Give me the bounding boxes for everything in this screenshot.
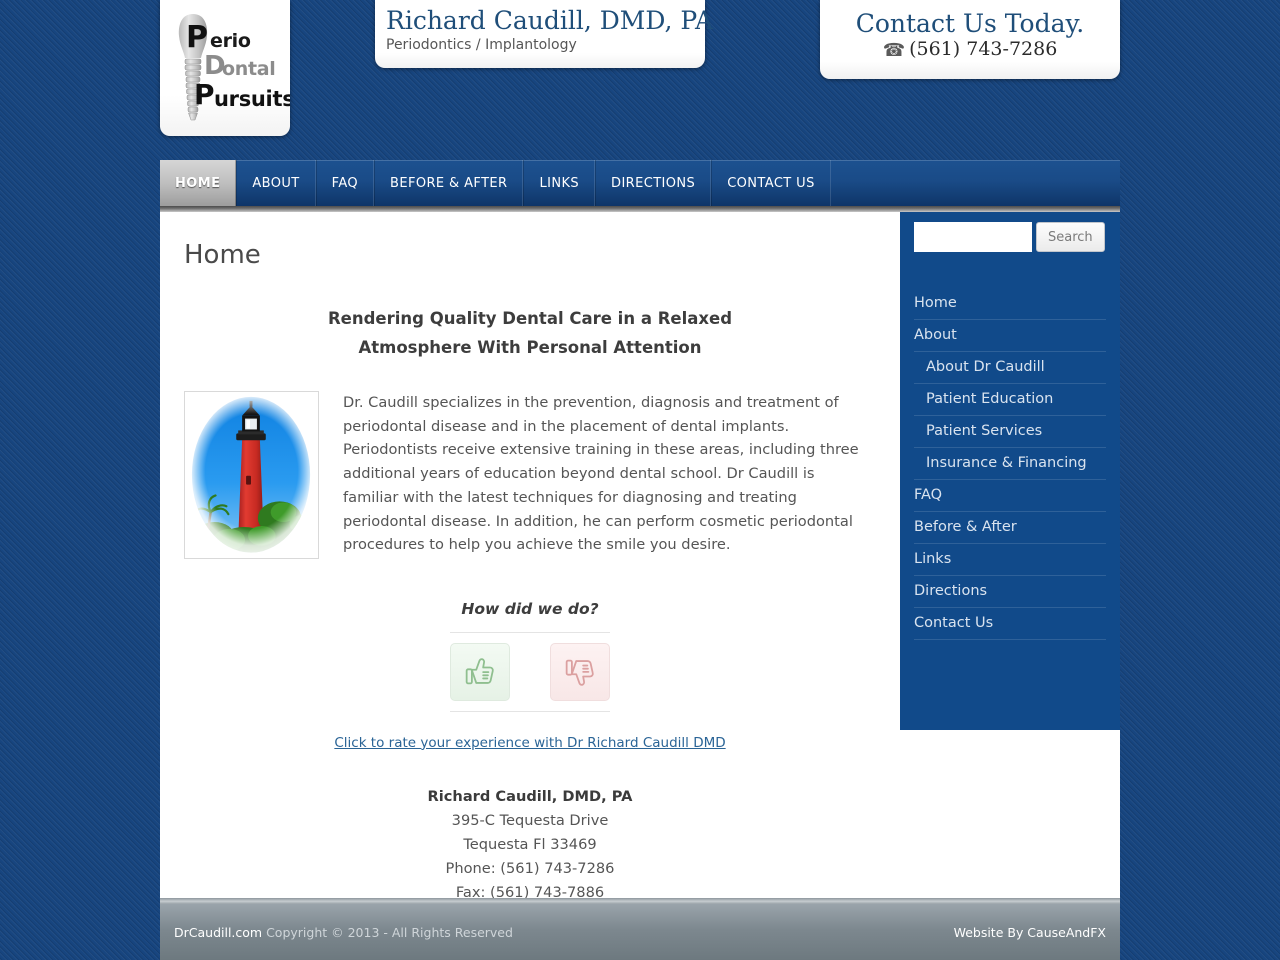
sidebar-menu-item: Patient Education: [914, 384, 1106, 416]
sidebar-menu-item: FAQ: [914, 480, 1106, 512]
sidebar-item-patient-education[interactable]: Patient Education: [914, 384, 1106, 415]
site-logo[interactable]: P erio D ontal P ursuits: [160, 0, 290, 136]
contact-phone-number[interactable]: (561) 743-7286: [909, 38, 1057, 60]
nav-item-faq[interactable]: FAQ: [315, 160, 375, 206]
sidebar-menu-item: Before & After: [914, 512, 1106, 544]
intro-paragraph: Dr. Caudill specializes in the preventio…: [343, 393, 859, 554]
sidebar-menu-item: Contact Us: [914, 608, 1106, 640]
logo-inner: P erio D ontal P ursuits: [160, 6, 290, 131]
logo-text-ursuits: ursuits: [214, 87, 290, 111]
sidebar-menu: Home About About Dr Caudill Patient Educati…: [914, 288, 1106, 640]
sidebar-menu-item: About: [914, 320, 1106, 352]
sidebar-menu-item: Insurance & Financing: [914, 448, 1106, 480]
main-content: Home Rendering Quality Dental Care in a …: [160, 212, 900, 901]
contact-phone-row: ☎ (561) 743-7286: [820, 39, 1120, 61]
sidebar-item-directions[interactable]: Directions: [914, 576, 1106, 607]
nav-item-about[interactable]: ABOUT: [236, 160, 316, 206]
address-phone: Phone: (561) 743-7286: [445, 859, 615, 877]
sidebar-menu-item: Links: [914, 544, 1106, 576]
logo-text-erio: erio: [210, 30, 251, 52]
sidebar-item-before-after[interactable]: Before & After: [914, 512, 1106, 543]
tagline-line-2: Atmosphere With Personal Attention: [358, 338, 702, 358]
sidebar-item-about[interactable]: About: [914, 320, 1106, 351]
practice-title-card: Richard Caudill, DMD, PA Periodontics / …: [375, 0, 714, 68]
nav-item-contact-us[interactable]: CONTACT US: [711, 160, 831, 206]
nav-item-directions[interactable]: DIRECTIONS: [595, 160, 712, 206]
lighthouse-image[interactable]: [184, 390, 319, 559]
footer-credit-link[interactable]: Website By CauseAndFX: [954, 925, 1106, 940]
address-city-state-zip: Tequesta Fl 33469: [463, 835, 597, 853]
tagline-line-1: Rendering Quality Dental Care in a Relax…: [327, 309, 733, 328]
sidebar-menu-item: About Dr Caudill: [914, 352, 1106, 384]
main-navigation: HOME ABOUT FAQ BEFORE & AFTER LINKS DIRECTION…: [160, 160, 1120, 206]
tagline: Rendering Quality Dental Care in a Relax…: [205, 304, 855, 363]
sidebar-item-about-dr-caudill[interactable]: About Dr Caudill: [914, 352, 1106, 383]
footer-copyright: DrCaudill.com Copyright © 2013 - All Rig…: [174, 925, 513, 940]
sidebar-menu-item: Home: [914, 288, 1106, 320]
footer-copyright-text: Copyright © 2013 - All Rights Reserved: [262, 924, 513, 940]
sidebar-menu-item: Directions: [914, 576, 1106, 608]
nav-item-home[interactable]: HOME: [160, 160, 237, 206]
intro-block: Dr. Caudill specializes in the preventio…: [160, 390, 900, 566]
search-button[interactable]: Search: [1036, 222, 1105, 252]
logo-text-ontal: ontal: [222, 58, 276, 80]
page-title: Home: [184, 240, 261, 270]
site-footer: DrCaudill.com Copyright © 2013 - All Rig…: [160, 904, 1120, 960]
nav-item-before-after[interactable]: BEFORE & AFTER: [374, 160, 524, 206]
footer-site-link[interactable]: DrCaudill.com: [174, 925, 262, 940]
contact-heading: Contact Us Today.: [855, 9, 1085, 38]
sidebar-item-patient-services[interactable]: Patient Services: [914, 416, 1106, 447]
telephone-icon: ☎: [882, 40, 906, 62]
thumbs-up-button[interactable]: [450, 642, 510, 701]
rate-link-wrap: Click to rate your experience with Dr Ri…: [160, 732, 900, 751]
sidebar-item-links[interactable]: Links: [914, 544, 1106, 575]
thumbs-down-button[interactable]: [550, 642, 610, 701]
sidebar-item-home[interactable]: Home: [914, 288, 1106, 319]
site-header: P erio D ontal P ursuits Richard Caudill…: [160, 0, 1120, 155]
rating-buttons: [450, 631, 610, 712]
contact-card: Contact Us Today. ☎ (561) 743-7286: [820, 0, 1120, 79]
rate-experience-link[interactable]: Click to rate your experience with Dr Ri…: [334, 735, 725, 751]
sidebar: Search Home About About Dr Caudill Patient …: [900, 212, 1120, 730]
search-form: Search: [914, 222, 1106, 252]
sidebar-item-faq[interactable]: FAQ: [914, 480, 1106, 511]
search-input[interactable]: [914, 222, 1032, 252]
page-shell: P erio D ontal P ursuits Richard Caudill…: [160, 0, 1120, 960]
sidebar-item-insurance-financing[interactable]: Insurance & Financing: [914, 448, 1106, 479]
lighthouse-photo: [185, 391, 318, 558]
address-street: 395-C Tequesta Drive: [451, 811, 609, 829]
content-area: Home Rendering Quality Dental Care in a …: [160, 212, 1120, 901]
logo-letter-p-perio: P: [186, 20, 208, 55]
nav-item-links[interactable]: LINKS: [523, 160, 596, 206]
address-block: Richard Caudill, DMD, PA 395-C Tequesta …: [160, 785, 900, 905]
rating-heading: How did we do?: [461, 599, 599, 618]
address-name: Richard Caudill, DMD, PA: [427, 787, 633, 805]
practice-specialty: Periodontics / Implantology: [386, 37, 577, 54]
logo-letter-p-pursuits: P: [194, 78, 215, 111]
sidebar-item-contact-us[interactable]: Contact Us: [914, 608, 1106, 639]
thumbs-up-icon: [465, 657, 494, 685]
practice-name: Richard Caudill, DMD, PA: [386, 6, 714, 35]
sidebar-menu-item: Patient Services: [914, 416, 1106, 448]
thumbs-down-icon: [565, 659, 594, 686]
